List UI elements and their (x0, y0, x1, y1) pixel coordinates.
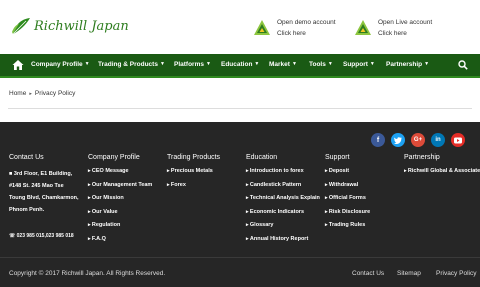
divider (8, 108, 472, 109)
footer-link[interactable]: Introduction to forex (246, 168, 320, 182)
triangle-logo-icon (355, 20, 371, 35)
footer-support-title: Support (325, 154, 350, 161)
twitter-icon[interactable] (391, 133, 405, 147)
demo-click-here[interactable]: Click here (277, 28, 336, 39)
caret-down-icon: ▼ (291, 61, 297, 67)
nav-support[interactable]: Support ▼ (343, 61, 375, 68)
nav-company-profile[interactable]: Company Profile ▼ (31, 61, 90, 68)
caret-down-icon: ▼ (205, 61, 211, 67)
footer-link[interactable]: Regulation (88, 222, 152, 236)
caret-down-icon: ▼ (159, 61, 165, 67)
footer-link[interactable]: Our Management Team (88, 182, 152, 196)
nav-partnership[interactable]: Partnership ▼ (386, 61, 429, 68)
footer-link[interactable]: F.A.Q (88, 236, 152, 250)
caret-down-icon: ▼ (327, 61, 333, 67)
footer-link[interactable]: Official Forms (325, 195, 370, 209)
caret-down-icon: ▼ (254, 61, 260, 67)
footer-link[interactable]: Forex (167, 182, 213, 196)
leaf-logo-icon (12, 18, 30, 35)
footer-link[interactable]: Richwill Global & Associate (404, 168, 480, 182)
main-nav: Company Profile ▼ Trading & Products ▼ Pla… (0, 54, 480, 78)
copyright-text: Copyright © 2017 Richwill Japan. All Rig… (9, 270, 166, 277)
demo-account-label: Open demo account (277, 19, 336, 26)
footer-link[interactable]: Glossary (246, 222, 320, 236)
footer-partnership-title: Partnership (404, 154, 440, 161)
caret-down-icon: ▼ (424, 61, 430, 67)
search-icon[interactable] (458, 60, 468, 70)
youtube-icon[interactable] (451, 133, 465, 147)
footer-link[interactable]: Annual History Report (246, 236, 320, 250)
footer-phone: ☏ 023 985 015,023 985 018 (9, 233, 74, 239)
home-icon[interactable] (12, 59, 24, 71)
footer-link[interactable]: Precious Metals (167, 168, 213, 182)
footer-link[interactable]: Withdrawal (325, 182, 370, 196)
footer-privacy-link[interactable]: Privacy Policy (436, 270, 476, 277)
nav-tools[interactable]: Tools ▼ (309, 61, 333, 68)
breadcrumb-current: Privacy Policy (34, 90, 76, 97)
footer-education-title: Education (246, 154, 278, 161)
open-demo-account-link[interactable]: Open demo account Click here (253, 17, 336, 39)
footer-company-links: CEO Message Our Management Team Our Miss… (88, 168, 152, 249)
footer-partnership-links: Richwill Global & Associate (404, 168, 480, 182)
facebook-icon[interactable]: f (371, 133, 385, 147)
footer-trading-title: Trading Products (167, 154, 221, 161)
footer-link[interactable]: Risk Disclosure (325, 209, 370, 223)
nav-education[interactable]: Education ▼ (221, 61, 259, 68)
footer-link[interactable]: Our Value (88, 209, 152, 223)
footer-link[interactable]: Our Mission (88, 195, 152, 209)
footer-divider (0, 257, 480, 258)
footer-address: ■ 3rd Floor, E1 Building, #148 St. 245 M… (9, 171, 79, 213)
google-plus-icon[interactable]: G+ (411, 133, 425, 147)
footer-link[interactable]: Economic Indicators (246, 209, 320, 223)
nav-trading-products[interactable]: Trading & Products ▼ (98, 61, 165, 68)
caret-down-icon: ▼ (84, 61, 90, 67)
footer-education-links: Introduction to forex Candlestick Patter… (246, 168, 320, 249)
footer-link[interactable]: Candlestick Pattern (246, 182, 320, 196)
breadcrumb: Home ▸ Privacy Policy (9, 90, 75, 97)
site-logo[interactable]: Richwill Japan (10, 15, 129, 37)
phone-icon: ☏ (9, 233, 17, 239)
footer-support-links: Deposit Withdrawal Official Forms Risk D… (325, 168, 370, 236)
footer-link[interactable]: Deposit (325, 168, 370, 182)
live-click-here[interactable]: Click here (378, 28, 432, 39)
caret-down-icon: ▼ (369, 61, 375, 67)
logo-text: Richwill Japan (34, 18, 129, 34)
footer-sitemap-link[interactable]: Sitemap (397, 270, 421, 277)
triangle-logo-icon (254, 20, 270, 35)
footer-link[interactable]: CEO Message (88, 168, 152, 182)
site-header: Richwill Japan Open demo account Click h… (0, 0, 480, 54)
chevron-right-icon: ▸ (29, 91, 32, 97)
open-live-account-link[interactable]: Open Live account Click here (354, 17, 432, 39)
nav-market[interactable]: Market ▼ (269, 61, 297, 68)
live-account-label: Open Live account (378, 19, 433, 26)
nav-platforms[interactable]: Platforms ▼ (174, 61, 211, 68)
footer-contact-title: Contact Us (9, 154, 44, 161)
footer-company-title: Company Profile (88, 154, 140, 161)
linkedin-icon[interactable]: in (431, 133, 445, 147)
footer-link[interactable]: Trading Rules (325, 222, 370, 236)
breadcrumb-home[interactable]: Home (9, 90, 26, 97)
footer-contact-link[interactable]: Contact Us (352, 270, 384, 277)
footer-trading-links: Precious Metals Forex (167, 168, 213, 195)
footer-link[interactable]: Technical Analysis Explain (246, 195, 320, 209)
